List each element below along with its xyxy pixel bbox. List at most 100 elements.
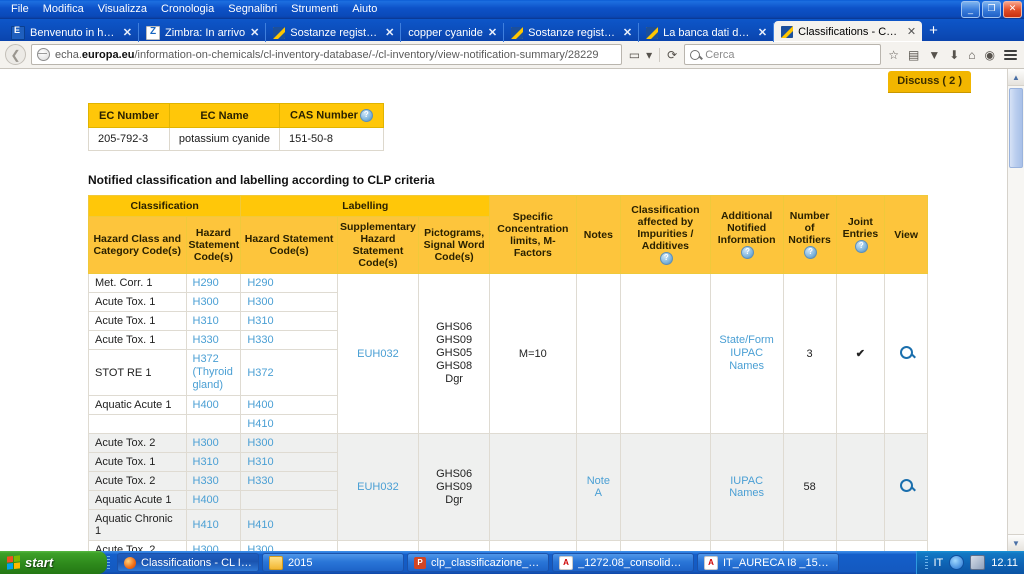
start-button[interactable]: start [0, 551, 107, 574]
cell-supplementary-hsc[interactable]: EUH032 [336, 433, 420, 541]
network-icon[interactable] [970, 555, 986, 570]
scrollbar-thumb[interactable] [1009, 88, 1023, 168]
cell-notes[interactable]: Note A [575, 433, 622, 541]
tab-close-icon[interactable]: ✕ [623, 26, 632, 39]
cell-hsc-classification[interactable]: H400 [185, 490, 242, 510]
tab-close-icon[interactable]: ✕ [123, 26, 132, 39]
cell-hsc-labelling[interactable]: H330 [240, 471, 338, 491]
cell-hsc-labelling[interactable]: H310 [240, 452, 338, 472]
discuss-button[interactable]: Discuss ( 2 ) [888, 71, 971, 92]
browser-tab-6-active[interactable]: Classifications - CL Inve... ✕ [774, 21, 923, 42]
browser-tab-2[interactable]: Sostanze registrate - EC... ✕ [266, 23, 402, 42]
vertical-scrollbar[interactable]: ▲ ▼ [1007, 69, 1024, 551]
cell-hsc-labelling[interactable]: H400 [240, 395, 338, 415]
firefox-icon [124, 556, 136, 569]
new-tab-button[interactable]: + [922, 22, 945, 39]
browser-tab-1[interactable]: Z Zimbra: In arrivo ✕ [139, 23, 267, 42]
cell-hsc-classification[interactable]: H330 [185, 330, 242, 350]
info-icon[interactable]: ? [359, 109, 373, 122]
browser-tab-3[interactable]: copper cyanide ✕ [401, 23, 505, 42]
volume-icon[interactable] [949, 555, 965, 570]
home-icon[interactable]: ⌂ [966, 48, 977, 62]
search-icon[interactable] [899, 345, 913, 359]
sync-icon[interactable]: ◉ [983, 48, 997, 62]
cell-hsc-classification[interactable]: H400 [185, 395, 242, 415]
clock[interactable]: 12.11 [991, 557, 1018, 569]
cell-hsc-classification[interactable]: H310 [185, 452, 242, 472]
tab-close-icon[interactable]: ✕ [907, 25, 916, 38]
taskbar-item-pdf-1[interactable]: A _1272.08_consolidat... [552, 553, 694, 572]
tab-close-icon[interactable]: ✕ [385, 26, 394, 39]
browser-tab-5[interactable]: La banca dati dell'invent... ✕ [639, 23, 775, 42]
cell-hsc-classification[interactable]: H290 [185, 273, 242, 293]
tray-grip[interactable] [924, 555, 928, 570]
menu-item-aiuto[interactable]: Aiuto [345, 1, 384, 17]
library-icon[interactable]: ▤ [906, 48, 921, 62]
back-button[interactable]: ❮ [5, 44, 26, 65]
cell-hsc-labelling[interactable]: H300 [240, 540, 338, 551]
cell-hsc-labelling[interactable]: H300 [240, 292, 338, 312]
taskbar-item-browser[interactable]: Classifications - CL In... [117, 553, 259, 572]
tab-close-icon[interactable]: ✕ [488, 26, 497, 39]
cell-hsc-classification[interactable]: H300 [185, 433, 242, 453]
close-button[interactable]: ✕ [1003, 1, 1022, 18]
scrollbar-track[interactable] [1008, 86, 1024, 534]
menu-item-file[interactable]: File [4, 1, 36, 17]
minimize-button[interactable]: _ [961, 1, 980, 18]
cell-additional-info[interactable]: IUPAC Names [709, 433, 784, 541]
cell-hsc-labelling[interactable]: H330 [240, 330, 338, 350]
reload-icon[interactable]: ⟳ [665, 48, 679, 62]
cell-hsc-labelling[interactable]: H372 [240, 349, 338, 396]
chevron-down-icon[interactable]: ▾ [644, 48, 654, 62]
pocket-icon[interactable]: ▼ [926, 48, 942, 62]
info-icon[interactable]: ? [659, 252, 673, 265]
scroll-down-button[interactable]: ▼ [1008, 534, 1024, 551]
language-indicator[interactable]: IT [934, 557, 944, 569]
reader-mode-icon[interactable]: ▭ [627, 48, 642, 62]
tab-close-icon[interactable]: ✕ [758, 26, 767, 39]
browser-tab-4[interactable]: Sostanze registrate - EC... ✕ [504, 23, 640, 42]
cell-hsc-classification[interactable]: H372 (Thyroid gland) [185, 349, 242, 396]
cell-supplementary-hsc[interactable]: EUH032 [336, 273, 420, 434]
menu-item-segnalibri[interactable]: Segnalibri [221, 1, 284, 17]
browser-tab-0[interactable]: Benvenuto in home page ✕ [4, 23, 139, 42]
bookmark-star-icon[interactable]: ☆ [886, 48, 901, 62]
info-icon[interactable]: ? [854, 240, 868, 253]
cell-hazard-class: Acute Tox. 2 [88, 540, 187, 551]
cell-hsc-labelling[interactable]: H410 [240, 509, 338, 541]
taskbar-item-powerpoint[interactable]: P clp_classificazione_20... [407, 553, 549, 572]
address-bar[interactable]: echa.europa.eu/information-on-chemicals/… [31, 44, 622, 65]
cell-view[interactable] [884, 273, 928, 434]
menu-item-visualizza[interactable]: Visualizza [91, 1, 154, 17]
reader-mode-group[interactable]: ▭ ▾ [627, 47, 661, 62]
cell-view[interactable] [884, 433, 928, 541]
cell-hsc-classification[interactable] [185, 414, 242, 434]
cell-hsc-labelling[interactable]: H290 [240, 273, 338, 293]
downloads-icon[interactable]: ⬇ [947, 48, 961, 62]
cell-hsc-labelling[interactable]: H410 [240, 414, 338, 434]
info-icon[interactable]: ? [741, 246, 755, 259]
menu-item-modifica[interactable]: Modifica [36, 1, 91, 17]
menu-item-cronologia[interactable]: Cronologia [154, 1, 221, 17]
menu-hamburger-icon[interactable] [1002, 48, 1019, 62]
tab-close-icon[interactable]: ✕ [250, 26, 259, 39]
search-icon[interactable] [899, 479, 913, 492]
taskbar-item-pdf-2[interactable]: A IT_AURECA I8 _15_c... [697, 553, 839, 572]
restore-button[interactable]: ❐ [982, 1, 1001, 18]
cell-hsc-labelling[interactable]: H310 [240, 311, 338, 331]
cell-hsc-classification[interactable]: H310 [185, 311, 242, 331]
info-icon[interactable]: ? [804, 246, 818, 259]
cell-hsc-labelling[interactable]: H300 [240, 433, 338, 453]
cell-ec-name: potassium cyanide [168, 127, 281, 151]
cell-hsc-classification[interactable]: H300 [185, 292, 242, 312]
col-ec-number: EC Number [88, 103, 170, 128]
cell-hsc-classification[interactable]: H410 [185, 509, 242, 541]
cell-additional-info[interactable]: State/Form IUPAC Names [709, 273, 784, 434]
search-input[interactable]: Cerca [684, 44, 882, 65]
cell-hsc-classification[interactable]: H300 [185, 540, 242, 551]
menu-item-strumenti[interactable]: Strumenti [284, 1, 345, 17]
cell-hsc-labelling[interactable] [240, 490, 338, 510]
taskbar-item-folder[interactable]: 2015 [262, 553, 404, 572]
cell-hsc-classification[interactable]: H330 [185, 471, 242, 491]
scroll-up-button[interactable]: ▲ [1008, 69, 1024, 86]
